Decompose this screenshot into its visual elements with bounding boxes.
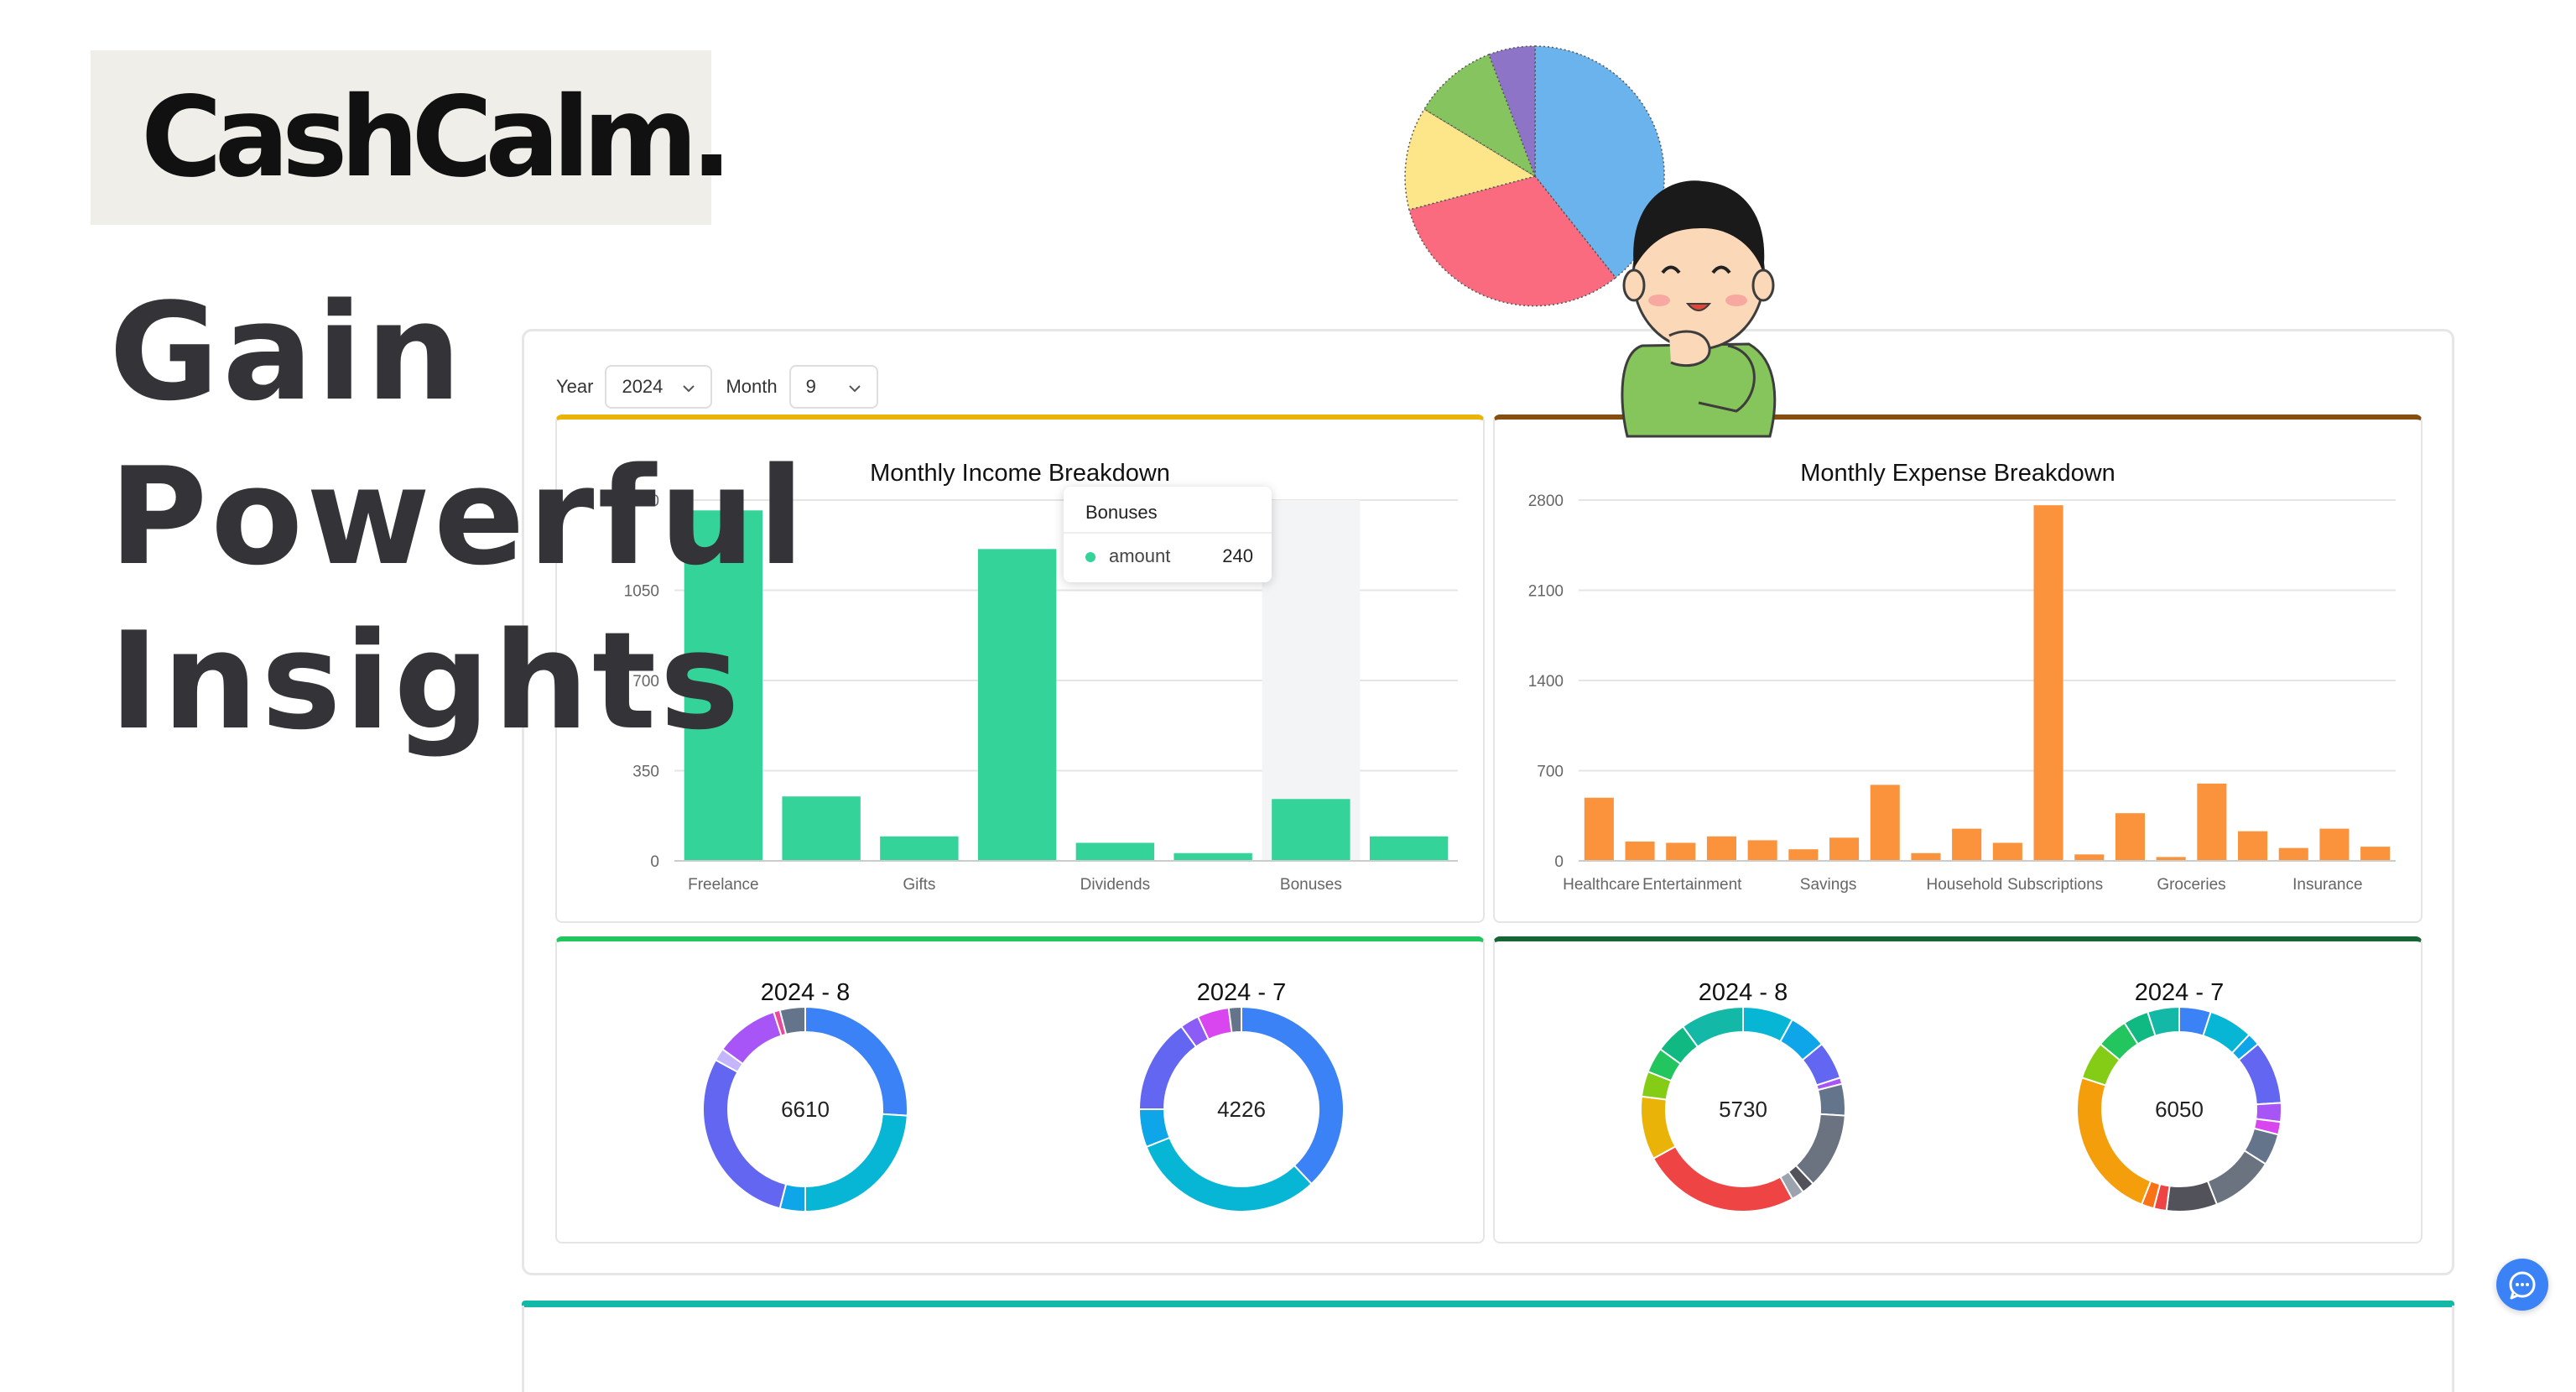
y-tick-label: 2100 bbox=[1528, 583, 1564, 601]
bar[interactable] bbox=[1829, 837, 1860, 861]
bar[interactable] bbox=[1992, 842, 2022, 862]
y-tick-label: 0 bbox=[1554, 853, 1564, 871]
bar[interactable] bbox=[1625, 841, 1655, 861]
y-tick-label: 1400 bbox=[1528, 673, 1564, 691]
bar[interactable] bbox=[880, 836, 959, 861]
donut-slice[interactable] bbox=[1816, 1082, 1846, 1117]
expense-donut-card: 2024 - 8 5730 2024 - 7 6050 bbox=[1493, 936, 2422, 1243]
donut-center-value: 4226 bbox=[1217, 1097, 1266, 1122]
x-tick-label: Healthcare bbox=[1563, 876, 1640, 894]
headline: Gain Powerful Insights bbox=[109, 270, 808, 764]
expense-chart-card: Monthly Expense Breakdown 0 700 1400 2100 28… bbox=[1493, 414, 2422, 923]
bar[interactable] bbox=[1747, 840, 1777, 861]
x-tick-label: Groceries bbox=[2157, 876, 2225, 894]
bar[interactable] bbox=[2319, 828, 2350, 861]
donut-title: 2024 - 7 bbox=[1197, 979, 1286, 1006]
bar[interactable] bbox=[782, 796, 861, 861]
y-tick-label: 350 bbox=[632, 764, 659, 781]
bar[interactable] bbox=[2360, 847, 2391, 861]
bar[interactable] bbox=[1870, 785, 1900, 861]
donut-slice[interactable] bbox=[1241, 1005, 1345, 1186]
donut-center-value: 6050 bbox=[2155, 1097, 2204, 1122]
bar[interactable] bbox=[2074, 854, 2105, 861]
income-donut-charts[interactable]: 2024 - 8 6610 2024 - 7 4226 bbox=[557, 941, 1486, 1243]
donut-slice[interactable] bbox=[1640, 1095, 1677, 1160]
donut-title: 2024 - 8 bbox=[761, 979, 850, 1006]
donut-slice[interactable] bbox=[2165, 1180, 2219, 1212]
donut-slice[interactable] bbox=[1227, 1005, 1242, 1034]
tooltip-series-name: amount bbox=[1109, 545, 1171, 566]
y-tick-label: 0 bbox=[650, 853, 659, 871]
y-tick-label: 700 bbox=[1537, 764, 1564, 781]
y-tick-label: 2800 bbox=[1528, 493, 1564, 510]
x-tick-label: Bonuses bbox=[1280, 876, 1342, 894]
tooltip-divider bbox=[1064, 532, 1272, 534]
logo-text: CashCalm. bbox=[141, 73, 732, 202]
bar[interactable] bbox=[2033, 505, 2063, 861]
chevron-down-icon bbox=[848, 385, 861, 393]
bar[interactable] bbox=[1911, 852, 1941, 861]
bar[interactable] bbox=[1174, 852, 1252, 861]
bar[interactable] bbox=[1369, 836, 1449, 861]
bar[interactable] bbox=[2278, 847, 2308, 861]
headline-line-2: Powerful bbox=[109, 438, 808, 595]
bar[interactable] bbox=[1706, 836, 1736, 861]
x-tick-label: Insurance bbox=[2292, 876, 2362, 894]
headline-line-1: Gain bbox=[109, 274, 466, 430]
x-tick-label: Freelance bbox=[688, 876, 759, 894]
bar[interactable] bbox=[1788, 849, 1819, 861]
donut-slice[interactable] bbox=[702, 1058, 788, 1210]
donut-slice[interactable] bbox=[1145, 1136, 1313, 1212]
donut-slice[interactable] bbox=[2076, 1077, 2152, 1206]
bar[interactable] bbox=[2115, 813, 2145, 861]
chart-tooltip: Bonuses amount 240 bbox=[1064, 487, 1272, 582]
bar[interactable] bbox=[1272, 799, 1350, 861]
bar[interactable] bbox=[1584, 797, 1614, 861]
income-donut-card: 2024 - 8 6610 2024 - 7 4226 bbox=[555, 936, 1485, 1243]
donut-slice[interactable] bbox=[721, 1010, 783, 1066]
donut-slice[interactable] bbox=[1652, 1144, 1794, 1212]
donut-center-value: 5730 bbox=[1719, 1097, 1767, 1122]
chat-icon bbox=[2509, 1271, 2536, 1300]
bar[interactable] bbox=[1952, 828, 1982, 861]
donut-slice[interactable] bbox=[2206, 1149, 2267, 1206]
x-tick-label: Gifts bbox=[903, 876, 935, 894]
thinking-person-pie-illustration bbox=[1404, 45, 1777, 438]
donut-slice[interactable] bbox=[804, 1113, 908, 1213]
expense-donut-charts[interactable]: 2024 - 8 5730 2024 - 7 6050 bbox=[1495, 941, 2424, 1243]
illustration-pie bbox=[1404, 45, 1665, 307]
donut-slice[interactable] bbox=[1137, 1024, 1198, 1110]
donut-center-value: 6610 bbox=[781, 1097, 830, 1122]
x-tick-label: Entertainment bbox=[1642, 876, 1742, 894]
bar[interactable] bbox=[977, 549, 1057, 861]
donut-title: 2024 - 7 bbox=[2135, 979, 2224, 1006]
tooltip-value: 240 bbox=[1222, 545, 1253, 566]
bar[interactable] bbox=[2238, 831, 2268, 861]
x-tick-label: Subscriptions bbox=[2007, 876, 2103, 894]
bar[interactable] bbox=[2197, 783, 2227, 861]
next-card bbox=[522, 1306, 2454, 1392]
tooltip-series-dot bbox=[1085, 552, 1095, 562]
bar[interactable] bbox=[1075, 842, 1155, 862]
x-tick-label: Household bbox=[1927, 876, 2003, 894]
tooltip-title: Bonuses bbox=[1085, 502, 1158, 523]
headline-line-3: Insights bbox=[109, 602, 743, 759]
illustration-person bbox=[1621, 180, 1777, 438]
x-tick-label: Dividends bbox=[1080, 876, 1150, 894]
bar[interactable] bbox=[1666, 842, 1696, 862]
x-tick-label: Savings bbox=[1800, 876, 1857, 894]
chat-button[interactable] bbox=[2496, 1259, 2548, 1311]
logo-banner: CashCalm. bbox=[91, 50, 732, 225]
expense-bar-chart[interactable]: 0 700 1400 2100 2800 Healthcare Entertainment S… bbox=[1495, 420, 2424, 923]
donut-title: 2024 - 8 bbox=[1699, 979, 1788, 1006]
